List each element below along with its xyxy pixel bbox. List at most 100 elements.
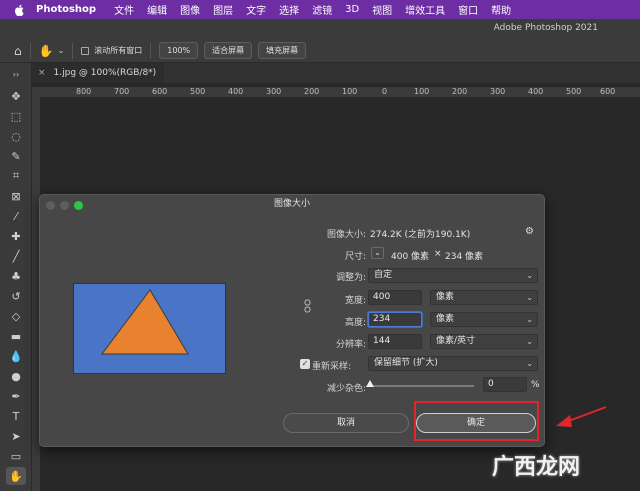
healing-brush-tool-icon[interactable]: ✚ (6, 227, 26, 245)
clone-stamp-tool-icon[interactable]: ♣ (6, 267, 26, 285)
hand-tool-icon[interactable]: ✋ (6, 467, 26, 485)
image-preview (73, 283, 226, 374)
document-tab[interactable]: × 1.jpg @ 100%(RGB/8*) (32, 63, 164, 83)
reduce-noise-input[interactable]: 0 (483, 377, 527, 392)
quick-select-tool-icon[interactable]: ✎ (6, 147, 26, 165)
hand-tool-icon[interactable]: ✋ (39, 44, 54, 58)
path-select-tool-icon[interactable]: ➤ (6, 427, 26, 445)
document-tab-bar: × 1.jpg @ 100%(RGB/8*) (32, 63, 640, 83)
resolution-input[interactable]: 144 (368, 334, 422, 349)
resolution-unit-select[interactable]: 像素/英寸 ⌄ (430, 334, 538, 349)
reduce-noise-unit: % (531, 380, 540, 390)
menu-bar: Photoshop 文件 编辑 图像 图层 文字 选择 滤镜 3D 视图 增效工… (0, 0, 640, 19)
slider-thumb[interactable] (366, 380, 374, 387)
height-label: 高度: (344, 318, 366, 328)
height-unit-select[interactable]: 像素 ⌄ (430, 312, 538, 327)
separator (150, 42, 152, 59)
history-brush-tool-icon[interactable]: ↺ (6, 287, 26, 305)
type-tool-icon[interactable]: T (6, 407, 26, 425)
menu-view[interactable]: 视图 (372, 2, 392, 17)
width-unit-value: 像素 (436, 292, 455, 302)
chevron-down-icon[interactable]: ⌄ (58, 46, 65, 55)
width-input[interactable]: 400 (368, 290, 422, 305)
app-menu[interactable]: Photoshop (36, 4, 96, 15)
tools-panel: ›› ✥ ⬚ ◌ ✎ ⌗ ⊠ ⁄ ✚ ╱ ♣ ↺ ◇ ▬ 💧 ● ✒ T ➤ ▭… (0, 63, 32, 491)
eraser-tool-icon[interactable]: ◇ (6, 307, 26, 325)
menu-filter[interactable]: 滤镜 (312, 2, 332, 17)
menu-type[interactable]: 文字 (246, 2, 266, 17)
ruler-tick: 300 (266, 87, 282, 96)
separator (29, 42, 31, 59)
menu-help[interactable]: 帮助 (491, 2, 511, 17)
menu-plugins[interactable]: 增效工具 (405, 2, 445, 17)
menu-window[interactable]: 窗口 (458, 2, 478, 17)
ruler-tick: 400 (228, 87, 244, 96)
chevron-down-icon: ⌄ (526, 271, 533, 280)
close-tab-icon[interactable]: × (38, 68, 46, 78)
reduce-noise-slider[interactable] (370, 385, 474, 387)
window-title: Adobe Photoshop 2021 (493, 23, 598, 33)
eyedropper-tool-icon[interactable]: ⁄ (6, 207, 26, 225)
ruler-tick: 600 (600, 87, 616, 96)
apple-icon[interactable] (14, 4, 24, 16)
menu-image[interactable]: 图像 (180, 2, 200, 17)
fit-to-label: 调整为: (335, 273, 366, 283)
menu-select[interactable]: 选择 (279, 2, 299, 17)
ruler-tick: 200 (304, 87, 320, 96)
ruler-tick: 100 (414, 87, 430, 96)
dodge-tool-icon[interactable]: ● (6, 367, 26, 385)
resolution-unit-value: 像素/英寸 (436, 336, 476, 346)
pen-tool-icon[interactable]: ✒ (6, 387, 26, 405)
triangle-shape (101, 289, 189, 355)
lasso-tool-icon[interactable]: ◌ (6, 127, 26, 145)
crop-tool-icon[interactable]: ⌗ (6, 167, 26, 185)
fill-screen-button[interactable]: 填充屏幕 (258, 42, 307, 59)
menu-file[interactable]: 文件 (114, 2, 134, 17)
scroll-all-checkbox[interactable] (81, 46, 90, 55)
ruler-tick: 500 (566, 87, 582, 96)
fit-to-value: 自定 (374, 270, 393, 280)
zoom-100-button[interactable]: 100% (159, 42, 199, 59)
fit-to-select[interactable]: 自定 ⌄ (368, 268, 538, 283)
height-input[interactable]: 234 (368, 312, 422, 327)
blur-tool-icon[interactable]: 💧 (6, 347, 26, 365)
marquee-tool-icon[interactable]: ⬚ (6, 107, 26, 125)
fit-screen-button[interactable]: 适合屏幕 (204, 42, 253, 59)
width-unit-select[interactable]: 像素 ⌄ (430, 290, 538, 305)
scroll-all-label: 滚动所有窗口 (94, 46, 143, 55)
menu-edit[interactable]: 编辑 (147, 2, 167, 17)
options-bar: ⌂ ✋ ⌄ 滚动所有窗口 100% 适合屏幕 填充屏幕 (0, 39, 640, 63)
menu-3d[interactable]: 3D (345, 4, 359, 15)
dimensions-times: × (434, 249, 442, 259)
ruler-tick: 300 (490, 87, 506, 96)
resample-checkbox[interactable]: ✓ (300, 359, 310, 369)
shape-tool-icon[interactable]: ▭ (6, 447, 26, 465)
brush-tool-icon[interactable]: ╱ (6, 247, 26, 265)
ruler-tick: 600 (152, 87, 168, 96)
height-unit-value: 像素 (436, 314, 455, 324)
move-tool-icon[interactable]: ✥ (6, 87, 26, 105)
chevron-down-icon: ⌄ (526, 293, 533, 302)
ruler-tick: 700 (114, 87, 130, 96)
resample-value: 保留细节 (扩大) (374, 358, 438, 368)
dialog-title: 图像大小 (273, 199, 310, 209)
arrow-annotation-icon (556, 406, 607, 427)
dimensions-dropdown-icon[interactable]: ⌄ (371, 247, 384, 259)
gradient-tool-icon[interactable]: ▬ (6, 327, 26, 345)
ruler-tick: 500 (190, 87, 206, 96)
panel-collapse-icon[interactable]: ›› (6, 65, 26, 83)
frame-tool-icon[interactable]: ⊠ (6, 187, 26, 205)
resample-select[interactable]: 保留细节 (扩大) ⌄ (368, 356, 538, 371)
width-label: 宽度: (344, 296, 366, 306)
gear-icon[interactable]: ⚙ (525, 226, 534, 237)
ruler-tick: 800 (76, 87, 92, 96)
resample-label: 重新采样: (312, 362, 352, 372)
home-icon[interactable]: ⌂ (14, 44, 22, 58)
resolution-label: 分辨率: (335, 340, 366, 350)
menu-layer[interactable]: 图层 (213, 2, 233, 17)
dimensions-label: 尺寸: (344, 252, 366, 262)
chevron-down-icon: ⌄ (526, 359, 533, 368)
cancel-button[interactable]: 取消 (283, 413, 409, 433)
window-title-bar: Adobe Photoshop 2021 (0, 19, 640, 39)
reduce-noise-label: 减少杂色: (326, 384, 366, 394)
